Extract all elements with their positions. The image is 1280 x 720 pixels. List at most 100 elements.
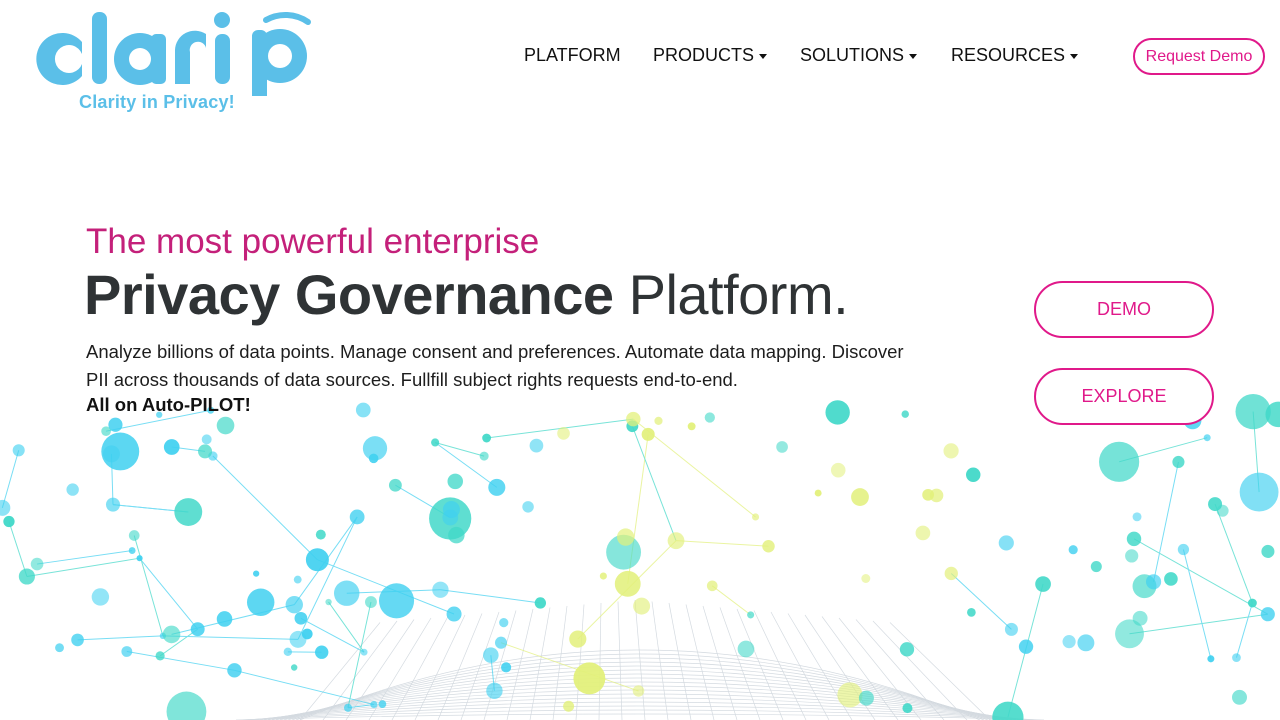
network-node [1207,655,1215,663]
network-node [253,570,260,577]
network-node [1232,689,1247,705]
network-node [447,473,463,490]
network-node [365,596,377,608]
network-node [858,690,874,706]
network-node [446,606,462,622]
network-node [1077,634,1095,652]
network-node [121,646,133,657]
network-node [599,572,607,580]
network-graphic [0,393,1280,720]
network-node [285,595,303,614]
network-node [163,439,180,455]
network-node [1099,441,1140,482]
network-node [752,513,760,521]
network-node [1035,576,1051,592]
clarip-logo[interactable]: Clarity in Privacy! [30,6,320,112]
network-node [18,568,35,585]
network-node [370,700,378,709]
network-node [654,416,663,426]
network-node [101,432,140,471]
network-node [573,662,606,695]
network-node [1164,572,1178,586]
demo-button[interactable]: DEMO [1034,281,1214,338]
network-node [1203,434,1211,442]
network-node [1132,610,1148,626]
network-node [830,462,846,478]
network-node [529,438,544,453]
network-node [201,434,212,445]
network-node [283,647,293,657]
network-node [174,498,203,526]
network-node [1239,472,1279,512]
network-node [301,628,313,640]
network-node [190,622,205,637]
network-node [479,451,489,461]
network-node [1172,455,1185,469]
nav-products[interactable]: PRODUCTS [653,45,768,66]
explore-button[interactable]: EXPLORE [1034,368,1214,425]
network-node [388,478,402,492]
network-node [1090,561,1102,573]
network-node [0,499,11,516]
hero-description: Analyze billions of data points. Manage … [86,341,904,390]
network-node [166,691,207,720]
network-node [315,529,326,540]
request-demo-button[interactable]: Request Demo [1133,38,1265,75]
network-node [136,555,143,562]
network-node [442,509,459,526]
network-node [641,427,655,441]
network-node [325,598,332,606]
network-node [198,444,213,459]
network-node [998,535,1014,551]
network-node [915,525,931,541]
network-node [632,685,645,697]
network-node [687,422,696,431]
network-node [943,443,959,459]
nav-solutions[interactable]: SOLUTIONS [800,45,918,66]
nav-resources[interactable]: RESOURCES [951,45,1079,66]
network-node [557,427,570,440]
network-node [667,532,685,550]
network-node [368,453,379,464]
nav-platform[interactable]: PLATFORM [524,45,621,66]
network-node [899,642,915,657]
network-node [315,645,329,659]
network-node [825,400,850,425]
network-node [706,580,718,592]
network-node [431,438,440,447]
network-node [448,526,465,544]
hero-emphasis: All on Auto-PILOT! [86,394,251,415]
network-node [1068,545,1078,555]
network-node [1018,639,1034,654]
network-node [922,488,934,501]
network-node [1125,549,1139,563]
network-node [569,630,587,648]
network-node [12,444,25,457]
network-node [902,703,913,714]
nav-resources-label: RESOURCES [951,45,1066,65]
hero-title-light: Platform. [628,263,849,326]
network-node [614,570,641,597]
network-node [293,575,302,584]
hero-kicker: The most powerful enterprise [86,222,540,261]
network-node [1004,622,1018,636]
network-node [333,580,360,606]
network-node [747,611,755,619]
network-node [626,411,641,427]
network-node [901,410,909,418]
network-node [162,625,181,644]
network-node [563,700,575,712]
network-node [1145,574,1162,590]
network-node [776,441,788,453]
network-node [66,483,79,496]
network-node [1232,653,1241,662]
network-node [1261,544,1275,558]
network-node [355,402,371,418]
nav-solutions-label: SOLUTIONS [800,45,905,65]
network-node [633,597,651,615]
caret-down-icon [759,53,768,59]
network-node [378,583,415,619]
network-node [944,566,958,581]
network-node [616,528,635,546]
network-node [432,581,449,598]
